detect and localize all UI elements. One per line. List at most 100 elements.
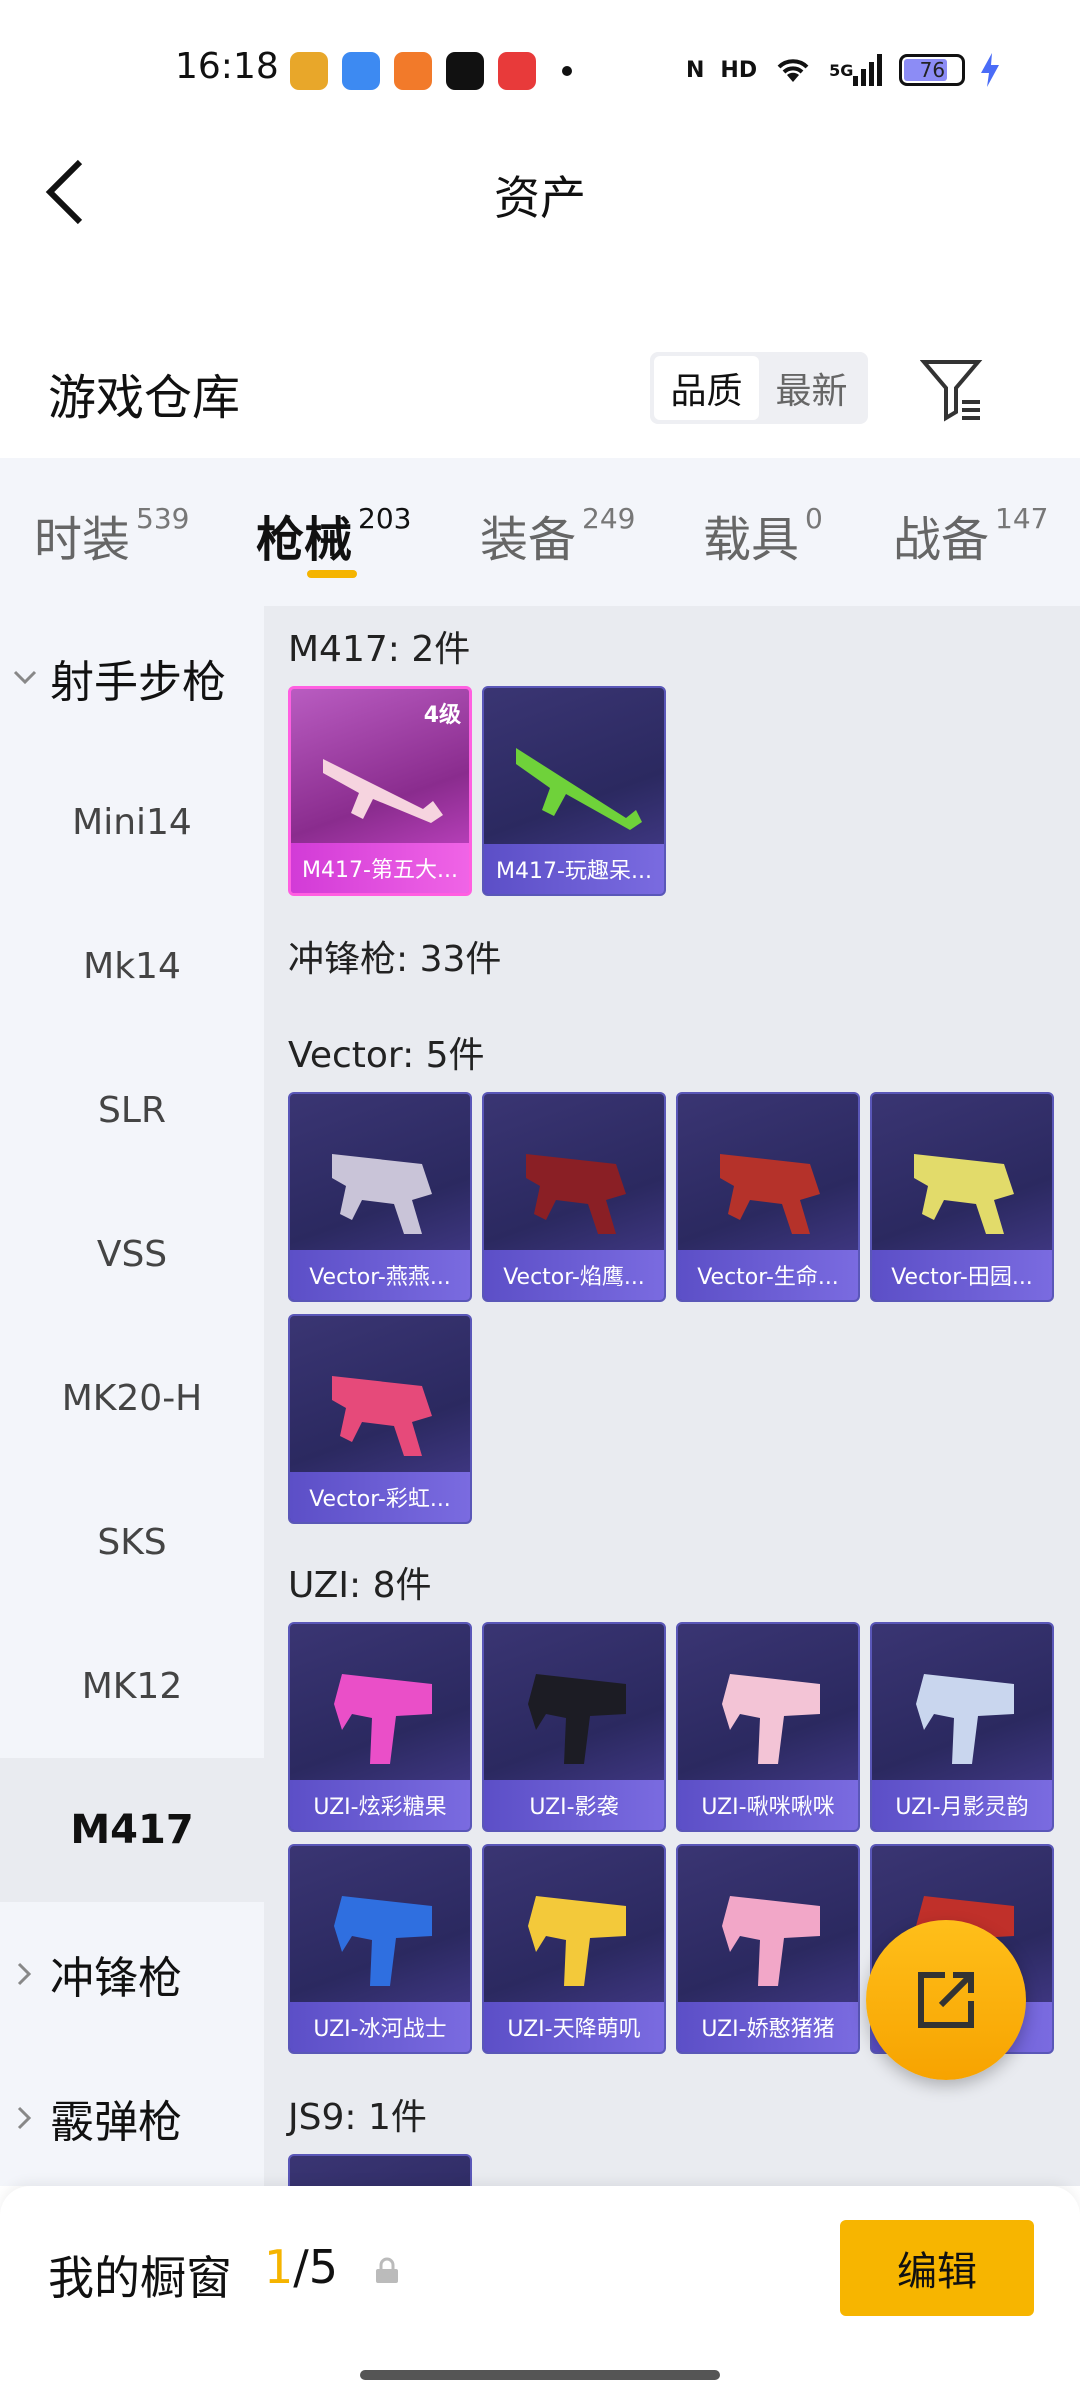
weapon-card[interactable]: UZI-影袭	[482, 1622, 666, 1832]
home-indicator[interactable]	[360, 2370, 720, 2380]
tab-label: 时装	[34, 512, 131, 568]
tab-outfits[interactable]: 时装 539	[34, 500, 189, 570]
sidebar-item-m417[interactable]: M417	[0, 1758, 264, 1902]
showcase-total: /5	[293, 2240, 339, 2294]
smg-skin-icon	[526, 1154, 626, 1234]
tab-vehicles[interactable]: 载具 0	[703, 500, 823, 570]
music-icon	[498, 52, 536, 90]
sidebar-item-mk20h[interactable]: MK20-H	[0, 1326, 264, 1470]
sidebar-item-mk12[interactable]: MK12	[0, 1614, 264, 1758]
sidebar-group-label: 射手步枪	[50, 657, 226, 708]
charging-icon	[981, 52, 1000, 88]
network-type: 5G	[829, 60, 854, 80]
uzi-skin-icon	[722, 1896, 820, 1986]
weapon-card[interactable]: M417-玩趣呆...	[482, 686, 666, 896]
app-notification-icon	[290, 52, 328, 90]
weapon-card[interactable]: Vector-彩虹...	[288, 1314, 472, 1524]
more-notifications-dot-icon	[562, 66, 572, 76]
showcase-count: 1 /5	[264, 2240, 338, 2294]
weapon-card[interactable]: Vector-燕燕...	[288, 1092, 472, 1302]
weapon-card[interactable]: UZI-冰河战士	[288, 1844, 472, 2054]
weapon-card[interactable]: UZI-啾咪啾咪	[676, 1622, 860, 1832]
smg-skin-icon	[720, 1154, 820, 1234]
sidebar-group-marksman[interactable]: 射手步枪	[0, 606, 264, 750]
weapon-card[interactable]: 4级 M417-第五大...	[288, 686, 472, 896]
tab-count: 147	[995, 502, 1049, 535]
rifle-skin-icon	[323, 759, 443, 823]
weapon-card-label: Vector-焰鹰...	[484, 1250, 664, 1300]
tab-label: 战备	[893, 512, 990, 568]
group-title-m417: M417: 2件	[288, 629, 471, 670]
chevron-down-icon	[0, 668, 50, 688]
sidebar-item-mini14[interactable]: Mini14	[0, 750, 264, 894]
smg-skin-icon	[332, 1154, 432, 1234]
sidebar-item-sks[interactable]: SKS	[0, 1470, 264, 1614]
tiktok-icon	[446, 52, 484, 90]
tab-count: 539	[136, 502, 190, 535]
weapon-card-label: UZI-炫彩糖果	[290, 1780, 470, 1830]
smg-skin-icon	[332, 1376, 432, 1456]
weapon-card[interactable]: UZI-月影灵韵	[870, 1622, 1054, 1832]
notification-icons	[290, 52, 572, 90]
sidebar-group-smg[interactable]: 冲锋枪	[0, 1902, 264, 2046]
weapon-card[interactable]: Vector-生命...	[676, 1092, 860, 1302]
battery-icon: 76	[899, 54, 966, 86]
weapon-card-label: UZI-影袭	[484, 1780, 664, 1830]
weapon-card-label: UZI-月影灵韵	[872, 1780, 1052, 1830]
uzi-skin-icon	[722, 1674, 820, 1764]
app-notification-icon	[342, 52, 380, 90]
sidebar-group-shotgun[interactable]: 霰弹枪	[0, 2046, 264, 2190]
sidebar-group-label: 冲锋枪	[50, 1953, 182, 2004]
battery-level: 76	[919, 58, 946, 82]
weapon-card-label: Vector-生命...	[678, 1250, 858, 1300]
sidebar-item-vss[interactable]: VSS	[0, 1182, 264, 1326]
weapon-card[interactable]: UZI-炫彩糖果	[288, 1622, 472, 1832]
uzi-skin-icon	[334, 1674, 432, 1764]
weapon-card-label: UZI-冰河战士	[290, 2002, 470, 2052]
smg-skin-icon	[914, 1154, 1014, 1234]
edit-button[interactable]: 编辑	[840, 2220, 1034, 2316]
sort-quality-option[interactable]: 品质	[654, 356, 759, 420]
system-icons: N HD 5G 76	[686, 52, 1000, 88]
sidebar-item-mk14[interactable]: Mk14	[0, 894, 264, 1038]
weapon-card[interactable]: Vector-田园...	[870, 1092, 1054, 1302]
sort-newest-option[interactable]: 最新	[759, 356, 864, 420]
tab-label: 枪械	[256, 512, 353, 568]
signal-icon: 5G	[829, 52, 883, 88]
tab-count: 0	[805, 502, 823, 535]
weapon-card[interactable]: UZI-娇憨猪猪	[676, 1844, 860, 2054]
tab-count: 203	[358, 502, 412, 535]
tab-count: 249	[582, 502, 636, 535]
group-title-smg: 冲锋枪: 33件	[288, 939, 502, 980]
wifi-icon	[773, 52, 813, 88]
sort-toggle: 品质 最新	[650, 352, 868, 424]
weapon-card-label: Vector-燕燕...	[290, 1250, 470, 1300]
weapon-card-label: Vector-田园...	[872, 1250, 1052, 1300]
status-bar: 16:18 N HD 5G 76	[0, 0, 1080, 140]
tab-firearms[interactable]: 枪械 203	[256, 500, 411, 570]
uzi-skin-icon	[334, 1896, 432, 1986]
group-title-uzi: UZI: 8件	[288, 1565, 432, 1606]
lock-icon	[376, 2257, 398, 2283]
active-tab-indicator	[307, 570, 357, 578]
group-title-vector: Vector: 5件	[288, 1035, 485, 1076]
filter-button[interactable]	[919, 356, 986, 422]
section-title: 游戏仓库	[48, 370, 241, 426]
showcase-current: 1	[264, 2240, 294, 2294]
tab-equipment[interactable]: 装备 249	[480, 500, 635, 570]
sidebar-item-slr[interactable]: SLR	[0, 1038, 264, 1182]
game-notification-icon	[394, 52, 432, 90]
weapon-card-label: UZI-啾咪啾咪	[678, 1780, 858, 1830]
tab-supplies[interactable]: 战备 147	[893, 500, 1048, 570]
share-floating-button[interactable]	[866, 1920, 1026, 2080]
showcase-bar: 我的橱窗 1 /5 编辑	[0, 2186, 1080, 2400]
chevron-right-icon	[0, 2104, 50, 2132]
weapon-card[interactable]	[288, 2154, 472, 2186]
weapon-card[interactable]: Vector-焰鹰...	[482, 1092, 666, 1302]
uzi-skin-icon	[528, 1674, 626, 1764]
weapon-card-label: UZI-天降萌叽	[484, 2002, 664, 2052]
weapon-card-label: M417-第五大...	[291, 843, 469, 893]
tab-label: 装备	[480, 512, 577, 568]
group-title-js9: JS9: 1件	[288, 2097, 427, 2138]
weapon-card[interactable]: UZI-天降萌叽	[482, 1844, 666, 2054]
